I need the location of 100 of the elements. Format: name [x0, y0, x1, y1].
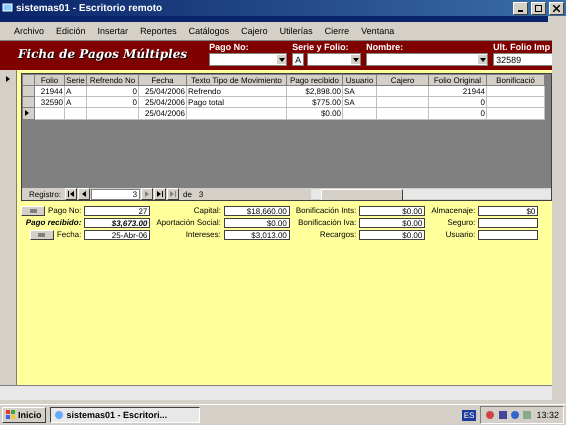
minimize-button[interactable] — [513, 2, 528, 14]
column-header[interactable]: Bonificació — [486, 74, 544, 86]
menu-item[interactable]: Cajero — [241, 26, 268, 36]
horizontal-scrollbar[interactable] — [0, 385, 552, 400]
ult-folio-field[interactable]: 32589 — [493, 53, 552, 66]
menu-item[interactable]: Cierre — [324, 26, 350, 36]
serie-field[interactable]: A — [292, 53, 304, 66]
table-cell — [486, 108, 544, 120]
computer-icon — [2, 2, 13, 14]
new-record-icon — [170, 191, 177, 197]
menu-item[interactable]: Utilerías — [280, 26, 313, 36]
table-cell: SA — [342, 86, 376, 96]
column-header[interactable]: Serie — [64, 74, 86, 86]
table-cell — [486, 86, 544, 96]
table-cell — [342, 108, 376, 120]
table-cell: 21944 — [34, 86, 64, 96]
close-button[interactable] — [549, 2, 564, 14]
value-field[interactable] — [478, 218, 538, 228]
table-cell — [376, 96, 428, 108]
search-button[interactable] — [30, 230, 54, 240]
nombre-dropdown[interactable] — [366, 53, 488, 66]
navigator-of-label: de — [183, 190, 192, 198]
value-field[interactable] — [478, 230, 538, 240]
value-field[interactable]: $0.00 — [224, 218, 290, 228]
field-label: Capital: — [194, 206, 221, 215]
close-icon — [553, 4, 560, 12]
column-header[interactable]: Folio — [34, 74, 64, 86]
last-record-button[interactable] — [154, 188, 166, 200]
menu-item[interactable]: Edición — [56, 26, 86, 36]
record-total: 3 — [198, 190, 204, 198]
new-record-button[interactable] — [167, 188, 180, 200]
table-cell: $0.00 — [286, 108, 342, 120]
table-cell — [86, 108, 138, 120]
table-cell: Pago total — [186, 96, 286, 108]
column-header[interactable]: Refrendo No — [86, 74, 138, 86]
value-field[interactable]: $0.00 — [359, 206, 426, 216]
field-label: Fecha: — [56, 230, 82, 239]
column-header[interactable]: Fecha — [138, 74, 186, 86]
table-cell: A — [64, 86, 86, 96]
first-record-button[interactable] — [65, 188, 78, 200]
table-cell — [64, 108, 86, 120]
previous-record-button[interactable] — [78, 188, 90, 200]
table-cell — [34, 108, 64, 120]
value-field[interactable]: 25-Abr-06 — [84, 230, 150, 240]
column-header[interactable]: Folio Original — [428, 74, 486, 86]
maximize-button[interactable] — [531, 2, 546, 14]
pago-no-dropdown[interactable] — [209, 53, 288, 66]
table-cell: 21944 — [428, 86, 486, 96]
field-label: Seguro: — [447, 218, 476, 227]
table-cell: $775.00 — [286, 96, 342, 108]
column-header[interactable]: Usuario — [342, 74, 376, 86]
menu-item[interactable]: Ventana — [361, 26, 394, 36]
field-label: Recargos: — [320, 230, 356, 239]
menu-item[interactable]: Reportes — [140, 26, 177, 36]
window-title: sistemas01 - Escritorio remoto — [16, 2, 164, 14]
triangle-down-icon — [480, 56, 486, 62]
value-field[interactable]: $3,673.00 — [84, 218, 150, 228]
field-label: Ult. Folio Imp — [493, 42, 552, 52]
horizontal-scrollbar[interactable] — [311, 189, 551, 199]
table-cell: 0 — [428, 108, 486, 120]
value-field[interactable]: 27 — [84, 206, 150, 216]
field-label: Aportación Social: — [156, 218, 221, 227]
field-label: Pago No: — [48, 206, 82, 215]
field-label: Intereses: — [186, 230, 221, 239]
table-cell: 0 — [86, 86, 138, 96]
table-cell — [486, 96, 544, 108]
triangle-right-icon — [24, 110, 30, 116]
menu-item[interactable]: Insertar — [98, 26, 128, 36]
value-field[interactable]: $0.00 — [359, 230, 426, 240]
start-button[interactable]: Inicio — [2, 407, 46, 423]
table-cell: 32590 — [34, 96, 64, 108]
table-cell: 0 — [86, 96, 138, 108]
menu-item[interactable]: Archivo — [14, 26, 44, 36]
triangle-down-icon — [278, 56, 285, 62]
table-cell: 25/04/2006 — [138, 86, 186, 96]
navigator-label: Registro: — [29, 190, 62, 198]
field-label: Pago No: — [209, 42, 250, 52]
record-number-field[interactable]: 3 — [91, 188, 140, 200]
previous-icon — [81, 191, 88, 197]
column-header[interactable]: Cajero — [376, 74, 428, 86]
menu-item[interactable]: Catálogos — [188, 26, 230, 36]
value-field[interactable]: $0.00 — [359, 218, 426, 228]
table-cell: Refrendo — [186, 86, 286, 96]
value-field[interactable]: $0 — [478, 206, 538, 216]
table-cell: 0 — [428, 96, 486, 108]
triangle-right-icon — [5, 76, 11, 82]
table-cell: 25/04/2006 — [138, 108, 186, 120]
table-cell: $2,898.00 — [286, 86, 342, 96]
next-record-button[interactable] — [141, 188, 154, 200]
form-title: Ficha de Pagos Múltiples — [18, 46, 188, 62]
value-field[interactable]: $18,660.00 — [224, 206, 290, 216]
column-header[interactable]: Texto Tipo de Movimiento — [186, 74, 286, 86]
taskbar-item[interactable]: sistemas01 - Escritori... — [50, 407, 200, 423]
printer-button[interactable] — [21, 206, 45, 216]
value-field[interactable]: $3,013.00 — [224, 230, 290, 240]
field-label: Bonificación Iva: — [298, 218, 356, 227]
column-header[interactable]: Pago recibido — [286, 74, 342, 86]
language-indicator[interactable]: ES — [462, 410, 476, 420]
folio-dropdown[interactable] — [307, 53, 362, 66]
globe-icon — [54, 410, 64, 420]
